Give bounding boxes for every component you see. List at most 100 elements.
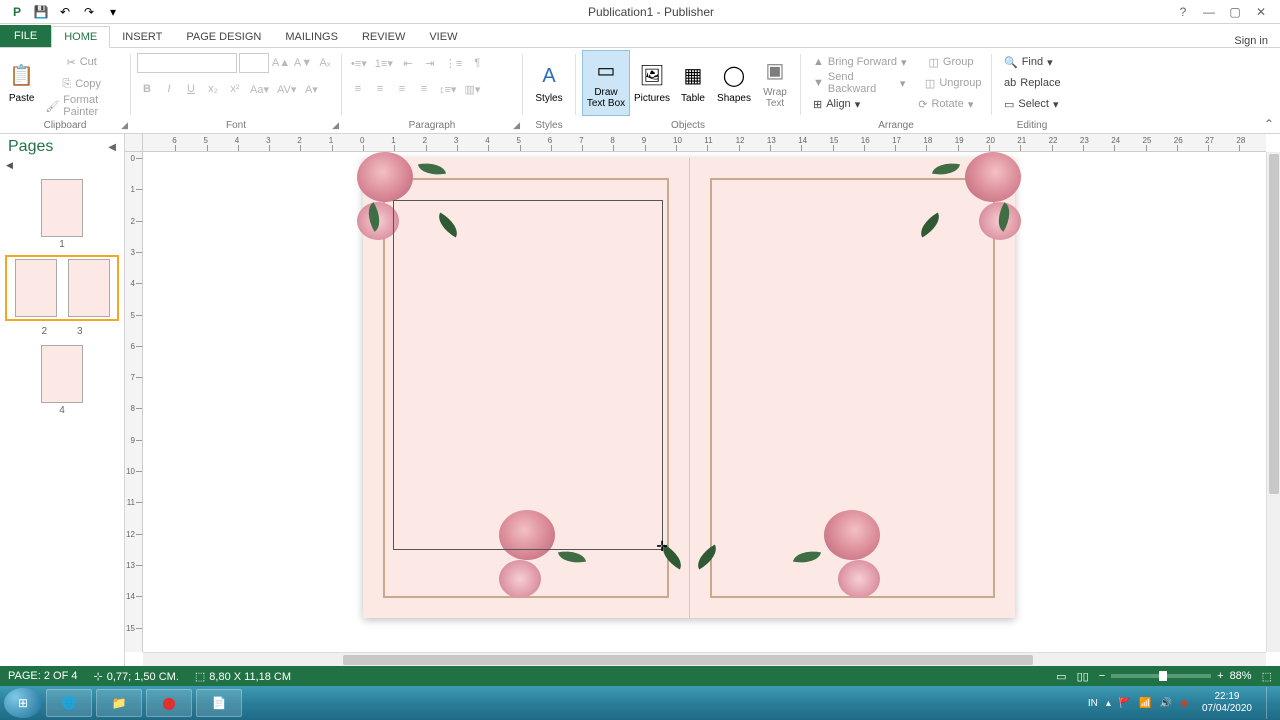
select-button[interactable]: ▭Select▾ bbox=[998, 94, 1066, 114]
tab-mailings[interactable]: MAILINGS bbox=[273, 27, 350, 47]
tray-expand-icon[interactable]: ▴ bbox=[1106, 698, 1111, 709]
pictures-button[interactable]: 🖼 Pictures bbox=[630, 50, 674, 116]
minimize-button[interactable]: — bbox=[1198, 3, 1220, 21]
line-spacing-button[interactable]: ↕≡▾ bbox=[436, 79, 459, 99]
taskbar-explorer[interactable]: 📁 bbox=[96, 689, 142, 717]
paragraph-launcher[interactable]: ◢ bbox=[513, 120, 520, 131]
show-marks-button[interactable]: ¶ bbox=[467, 53, 487, 73]
show-desktop-button[interactable] bbox=[1266, 687, 1276, 719]
prev-arrow[interactable]: ◀ bbox=[0, 160, 124, 171]
zoom-slider[interactable] bbox=[1111, 674, 1211, 678]
italic-button[interactable]: I bbox=[159, 79, 179, 99]
textbox-being-drawn[interactable]: ✛ bbox=[393, 200, 663, 550]
start-button[interactable]: ⊞ bbox=[4, 688, 42, 718]
status-page[interactable]: PAGE: 2 OF 4 bbox=[8, 670, 78, 682]
page-thumb-2-3[interactable]: 23 bbox=[8, 258, 116, 337]
font-size-input[interactable] bbox=[239, 53, 269, 73]
taskbar-publisher[interactable]: 📄 bbox=[196, 689, 242, 717]
fit-page-button[interactable]: ⬚ bbox=[1262, 670, 1272, 683]
clear-formatting-button[interactable]: Aₓ bbox=[315, 53, 335, 73]
decrease-indent-button[interactable]: ⇤ bbox=[398, 53, 418, 73]
cut-button[interactable]: ✂Cut bbox=[39, 52, 124, 72]
tab-file[interactable]: FILE bbox=[0, 25, 51, 47]
table-button[interactable]: ▦ Table bbox=[674, 50, 712, 116]
collapse-ribbon-button[interactable]: ⌃ bbox=[1264, 117, 1274, 131]
font-launcher[interactable]: ◢ bbox=[332, 120, 339, 131]
tray-flag-icon[interactable]: 🚩 bbox=[1119, 698, 1131, 709]
zoom-in-button[interactable]: + bbox=[1217, 670, 1223, 682]
numbering-button[interactable]: 1≡▾ bbox=[372, 53, 396, 73]
columns-button[interactable]: ▥▾ bbox=[461, 79, 483, 99]
shapes-button[interactable]: ◯ Shapes bbox=[712, 50, 756, 116]
replace-button[interactable]: abReplace bbox=[998, 73, 1066, 93]
tab-review[interactable]: REVIEW bbox=[350, 27, 417, 47]
rotate-button[interactable]: ⟳Rotate▾ bbox=[912, 94, 979, 114]
tab-view[interactable]: VIEW bbox=[417, 27, 469, 47]
group-label-font: Font bbox=[137, 120, 335, 133]
view-two-page-button[interactable]: ▯▯ bbox=[1077, 670, 1089, 683]
increase-indent-button[interactable]: ⇥ bbox=[420, 53, 440, 73]
align-center-button[interactable]: ≡ bbox=[370, 79, 390, 99]
styles-button[interactable]: A Styles bbox=[529, 50, 569, 116]
tray-clock[interactable]: 22:19 07/04/2020 bbox=[1196, 691, 1258, 715]
zoom-level[interactable]: 88% bbox=[1230, 670, 1252, 682]
page-2[interactable]: ✛ bbox=[363, 158, 689, 618]
bold-button[interactable]: B bbox=[137, 79, 157, 99]
page-thumb-1[interactable]: 1 bbox=[8, 179, 116, 250]
align-left-button[interactable]: ≡ bbox=[348, 79, 368, 99]
find-button[interactable]: 🔍Find▾ bbox=[998, 52, 1066, 72]
justify-button[interactable]: ≡ bbox=[414, 79, 434, 99]
vertical-scrollbar[interactable] bbox=[1266, 152, 1280, 652]
shrink-font-button[interactable]: A▼ bbox=[293, 53, 313, 73]
wrap-text-button[interactable]: ▣ Wrap Text bbox=[756, 50, 794, 116]
superscript-button[interactable]: x² bbox=[225, 79, 245, 99]
paste-button[interactable]: 📋 Paste bbox=[6, 50, 37, 116]
page-3[interactable] bbox=[689, 158, 1015, 618]
view-single-page-button[interactable]: ▭ bbox=[1056, 670, 1066, 683]
copy-button[interactable]: ⎘Copy bbox=[39, 74, 124, 94]
tab-insert[interactable]: INSERT bbox=[110, 27, 174, 47]
char-spacing-button[interactable]: AV▾ bbox=[274, 79, 299, 99]
multilevel-button[interactable]: ⋮≡ bbox=[442, 53, 465, 73]
draw-text-box-button[interactable]: ▭ Draw Text Box bbox=[582, 50, 630, 116]
clipboard-launcher[interactable]: ◢ bbox=[121, 120, 128, 131]
undo-button[interactable]: ↶ bbox=[54, 2, 76, 22]
grow-font-button[interactable]: A▲ bbox=[271, 53, 291, 73]
horizontal-scrollbar[interactable] bbox=[143, 652, 1266, 666]
group-button[interactable]: ◫Group bbox=[923, 52, 980, 72]
zoom-out-button[interactable]: − bbox=[1099, 670, 1105, 682]
change-case-button[interactable]: Aa▾ bbox=[247, 79, 272, 99]
qat-customize[interactable]: ▾ bbox=[102, 2, 124, 22]
close-button[interactable]: ✕ bbox=[1250, 3, 1272, 21]
sign-in-link[interactable]: Sign in bbox=[1234, 35, 1280, 47]
collapse-pages-button[interactable]: ◀ bbox=[108, 142, 116, 153]
taskbar-chrome[interactable]: 🌐 bbox=[46, 689, 92, 717]
redo-button[interactable]: ↷ bbox=[78, 2, 100, 22]
send-backward-button[interactable]: ▼Send Backward▾ bbox=[807, 73, 911, 93]
vertical-ruler[interactable]: 0123456789101112131415 bbox=[125, 152, 143, 652]
page-thumb-4[interactable]: 4 bbox=[8, 345, 116, 416]
align-button[interactable]: ⊞Align▾ bbox=[807, 94, 866, 114]
save-button[interactable]: 💾 bbox=[30, 2, 52, 22]
align-right-button[interactable]: ≡ bbox=[392, 79, 412, 99]
subscript-button[interactable]: x₂ bbox=[203, 79, 223, 99]
maximize-button[interactable]: ▢ bbox=[1224, 3, 1246, 21]
taskbar-recorder[interactable]: ⬤ bbox=[146, 689, 192, 717]
font-name-input[interactable] bbox=[137, 53, 237, 73]
tray-shield-icon[interactable]: ◆ bbox=[1180, 698, 1188, 709]
horizontal-ruler[interactable]: 6543210123456789101112131415161718192021… bbox=[143, 134, 1266, 152]
bring-forward-button[interactable]: ▲Bring Forward▾ bbox=[807, 52, 913, 72]
font-color-button[interactable]: A▾ bbox=[301, 79, 321, 99]
help-button[interactable]: ? bbox=[1172, 3, 1194, 21]
app-icon[interactable]: P bbox=[6, 2, 28, 22]
tab-home[interactable]: HOME bbox=[51, 26, 110, 48]
underline-button[interactable]: U bbox=[181, 79, 201, 99]
canvas-area[interactable]: ✛ bbox=[143, 152, 1266, 652]
bullets-button[interactable]: •≡▾ bbox=[348, 53, 370, 73]
format-painter-button[interactable]: 🖌Format Painter bbox=[39, 96, 124, 116]
tray-lang[interactable]: IN bbox=[1088, 698, 1098, 709]
tray-volume-icon[interactable]: 🔊 bbox=[1160, 698, 1172, 709]
tray-network-icon[interactable]: 📶 bbox=[1139, 698, 1151, 709]
ungroup-button[interactable]: ◫Ungroup bbox=[921, 73, 985, 93]
tab-page-design[interactable]: PAGE DESIGN bbox=[174, 27, 273, 47]
